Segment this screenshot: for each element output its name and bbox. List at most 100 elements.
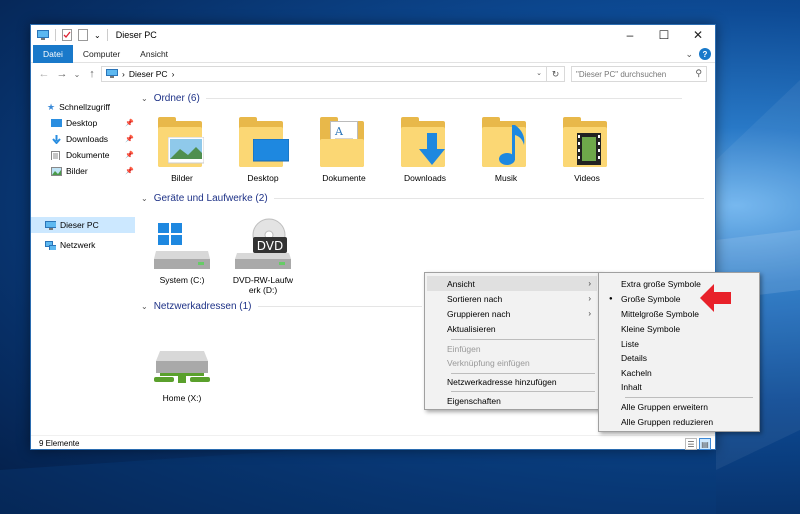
menu-item-label: Große Symbole: [621, 293, 681, 304]
refresh-button[interactable]: ↻: [546, 67, 564, 81]
documents-folder-icon: A: [316, 115, 372, 169]
title-separator: [106, 29, 108, 41]
tab-computer[interactable]: Computer: [73, 45, 130, 63]
properties-icon[interactable]: [62, 29, 72, 41]
menu-item-group-by[interactable]: Gruppieren nach ›: [427, 306, 597, 321]
minimize-button[interactable]: –: [613, 25, 647, 45]
tile-label: Bilder: [171, 173, 193, 183]
submenu-arrow-icon: ›: [588, 279, 591, 288]
view-option-collapse-all-groups[interactable]: Alle Gruppen reduzieren: [601, 414, 757, 429]
view-option-small-icons[interactable]: Kleine Symbole: [601, 321, 757, 336]
menu-item-sort-by[interactable]: Sortieren nach ›: [427, 291, 597, 306]
navigation-pane: ★ Schnellzugriff Desktop 📌 Downloads 📌 D…: [31, 87, 135, 431]
selected-bullet-icon: ●: [609, 295, 613, 302]
customize-toolbar-chevron-icon[interactable]: ⌄: [94, 31, 101, 40]
menu-separator: [451, 339, 595, 340]
pc-icon: [45, 220, 56, 230]
svg-text:A: A: [334, 125, 344, 138]
menu-item-view[interactable]: Ansicht ›: [427, 276, 597, 291]
menu-item-label: Gruppieren nach: [447, 308, 511, 319]
menu-item-label: Sortieren nach: [447, 293, 503, 304]
group-divider: [257, 306, 422, 307]
sidebar-item-this-pc[interactable]: Dieser PC: [31, 217, 135, 233]
group-header-network[interactable]: ⌄ Netzwerkadressen (1): [141, 301, 422, 312]
pictures-folder-icon: [154, 115, 210, 169]
group-title: Netzwerkadressen (1): [153, 301, 252, 312]
sidebar-item-label: Schnellzugriff: [59, 102, 110, 112]
folder-desktop[interactable]: Desktop: [228, 115, 298, 183]
menu-item-label: Extra große Symbole: [621, 278, 701, 289]
ribbon-tabs: Datei Computer Ansicht ⌄ ?: [31, 44, 715, 63]
group-header-drives[interactable]: ⌄ Geräte und Laufwerke (2): [141, 193, 704, 204]
folder-music[interactable]: Musik: [471, 115, 541, 183]
menu-item-label: Mittelgroße Symbole: [621, 308, 699, 319]
menu-item-paste[interactable]: Einfügen: [427, 341, 597, 356]
tile-label: Musik: [494, 173, 518, 183]
tile-label: Downloads: [403, 173, 447, 183]
view-option-list[interactable]: Liste: [601, 336, 757, 351]
forward-button[interactable]: →: [55, 68, 69, 80]
close-button[interactable]: ✕: [681, 25, 715, 45]
sidebar-item-desktop[interactable]: Desktop 📌: [51, 115, 135, 131]
drive-dvd-d[interactable]: DVD DVD-RW-Laufwerk (D:): [228, 215, 298, 295]
tile-label: Dokumente: [322, 173, 366, 183]
window-title: Dieser PC: [115, 30, 157, 40]
view-submenu: Extra große Symbole ● Große Symbole Mitt…: [598, 272, 760, 432]
sidebar-item-quick-access[interactable]: ★ Schnellzugriff: [47, 99, 110, 115]
menu-item-add-network-location[interactable]: Netzwerkadresse hinzufügen: [427, 374, 597, 389]
sidebar-item-pictures[interactable]: Bilder 📌: [51, 163, 135, 179]
group-title: Geräte und Laufwerke (2): [153, 193, 268, 204]
new-folder-icon[interactable]: [78, 29, 88, 41]
view-switcher: ☰ ▤: [685, 438, 711, 450]
recent-locations-button[interactable]: ⌄: [73, 70, 81, 79]
toolbar-separator: [55, 29, 56, 41]
breadcrumb-this-pc[interactable]: Dieser PC: [129, 69, 168, 79]
sidebar-item-label: Desktop: [66, 118, 98, 128]
collapse-chevron-icon: ⌄: [141, 302, 148, 311]
menu-item-refresh[interactable]: Aktualisieren: [427, 321, 597, 336]
folder-downloads[interactable]: Downloads: [390, 115, 460, 183]
tab-view[interactable]: Ansicht: [130, 45, 178, 63]
sidebar-item-downloads[interactable]: Downloads 📌: [51, 131, 135, 147]
folder-videos[interactable]: Videos: [552, 115, 622, 183]
folder-pictures[interactable]: Bilder: [147, 115, 217, 183]
view-option-details[interactable]: Details: [601, 350, 757, 365]
back-button[interactable]: ←: [37, 68, 51, 80]
view-option-extra-large-icons[interactable]: Extra große Symbole: [601, 276, 757, 291]
large-icons-view-button[interactable]: ▤: [699, 438, 711, 450]
drive-system-c[interactable]: System (C:): [147, 215, 217, 285]
menu-item-paste-shortcut[interactable]: Verknüpfung einfügen: [427, 355, 597, 370]
sidebar-item-network[interactable]: Netzwerk: [45, 237, 95, 253]
address-bar[interactable]: › Dieser PC › ⌄ ↻: [101, 66, 565, 82]
pin-icon: 📌: [125, 120, 134, 127]
folder-documents[interactable]: A Dokumente: [309, 115, 379, 183]
tab-file[interactable]: Datei: [33, 44, 73, 63]
view-option-large-icons[interactable]: ● Große Symbole: [601, 291, 757, 306]
help-button[interactable]: ?: [699, 48, 711, 60]
dvd-badge: DVD: [257, 239, 283, 253]
up-button[interactable]: ↑: [85, 68, 99, 80]
view-option-medium-icons[interactable]: Mittelgroße Symbole: [601, 306, 757, 321]
address-dropdown-icon[interactable]: ⌄: [536, 67, 542, 81]
breadcrumb-separator[interactable]: ›: [122, 69, 125, 79]
view-option-expand-all-groups[interactable]: Alle Gruppen erweitern: [601, 399, 757, 414]
menu-item-label: Liste: [621, 338, 639, 349]
network-drive-home[interactable]: Home (X:): [147, 347, 217, 403]
group-header-folders[interactable]: ⌄ Ordner (6): [141, 93, 682, 104]
view-option-content[interactable]: Inhalt: [601, 379, 757, 394]
search-input[interactable]: "Dieser PC" durchsuchen ⚲: [571, 66, 707, 82]
sidebar-item-documents[interactable]: Dokumente 📌: [51, 147, 135, 163]
view-option-tiles[interactable]: Kacheln: [601, 365, 757, 380]
menu-item-label: Kacheln: [621, 367, 652, 378]
details-view-button[interactable]: ☰: [685, 438, 697, 450]
expand-ribbon-chevron-icon[interactable]: ⌄: [685, 49, 693, 60]
search-icon: ⚲: [695, 68, 702, 78]
menu-item-properties[interactable]: Eigenschaften: [427, 393, 597, 408]
collapse-chevron-icon: ⌄: [141, 194, 148, 203]
sidebar-item-label: Dieser PC: [60, 220, 99, 230]
breadcrumb-trail[interactable]: ›: [172, 69, 175, 79]
network-drive-icon: [154, 351, 210, 383]
music-folder-icon: [478, 115, 534, 169]
tile-label: DVD-RW-Laufwerk (D:): [232, 275, 294, 295]
maximize-button[interactable]: ☐: [647, 25, 681, 45]
